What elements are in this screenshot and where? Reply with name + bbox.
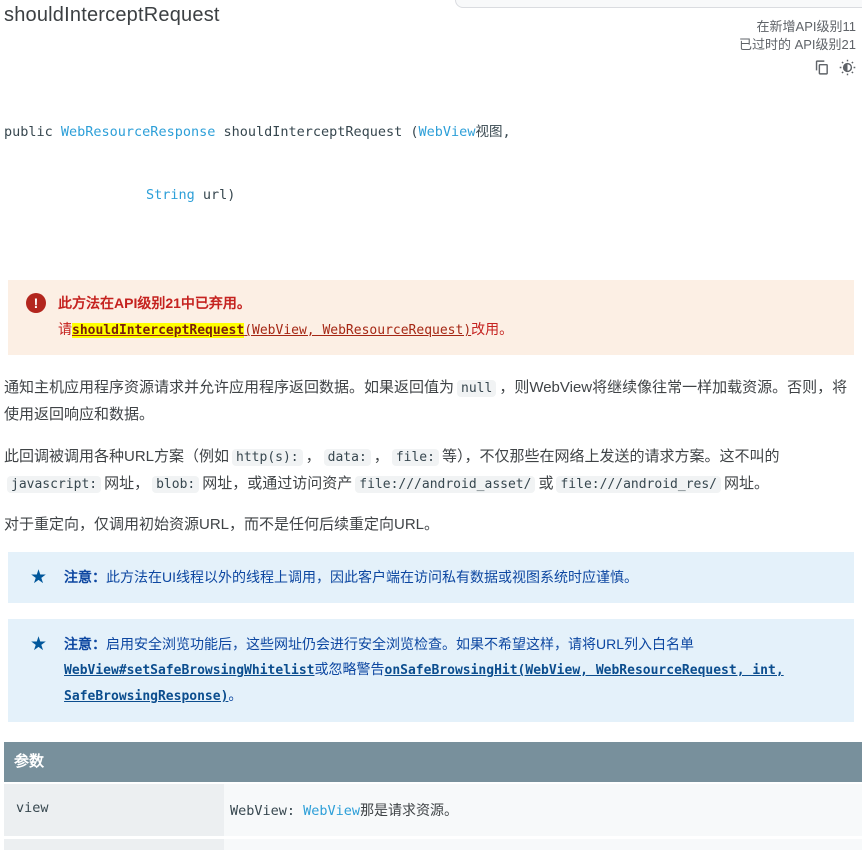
description-paragraph-1: 通知主机应用程序资源请求并允许应用程序返回数据。如果返回值为 null ，则WebV… [4, 375, 858, 428]
public-keyword: public [4, 124, 61, 140]
method-header: shouldInterceptRequest 在新增API级别11 已过时的 A… [4, 0, 858, 54]
note-text: 注意：此方法在UI线程以外的线程上调用，因此客户端在访问私有数据或视图系统时应谨… [64, 565, 836, 590]
doc-page: shouldInterceptRequest 在新增API级别11 已过时的 A… [0, 0, 862, 850]
text-segment: 网址，或通过访问资产 [202, 475, 353, 492]
http-scheme-code: http(s): [232, 449, 303, 466]
text-segment: 此回调被调用各种URL方案（例如 [4, 448, 230, 465]
file-scheme-code: file: [391, 449, 439, 466]
parameters-table-header: 参数 [4, 742, 862, 782]
note-label: 注意： [64, 569, 107, 585]
highlighted-method-name: shouldInterceptRequest [72, 323, 245, 338]
string-type-link[interactable]: String [146, 187, 195, 203]
action-icons [4, 59, 856, 76]
description-paragraph-2: 此回调被调用各种URL方案（例如 http(s):， data:， file: 等），不… [4, 444, 858, 498]
table-row-view: view WebView: WebView那是请求资源。 [4, 784, 862, 836]
api-added-label: 在新增API级别11 [756, 19, 856, 34]
parameters-table: 参数 view WebView: WebView那是请求资源。 url Stri… [4, 742, 862, 850]
description-paragraph-3: 对于重定向，仅调用初始资源URL，而不是任何后续重定向URL。 [4, 512, 858, 538]
deprecation-detail: 请shouldInterceptRequest(WebView, WebReso… [58, 319, 513, 341]
text-segment: ， [305, 448, 321, 465]
text-segment: 启用安全浏览功能后，这些网址仍会进行安全浏览检查。如果不希望这样，请将URL列入… [106, 636, 695, 652]
text-segment: 通知主机应用程序资源请求并允许应用程序返回数据。如果返回值为 [4, 379, 455, 396]
method-signature: public WebResourceResponse shouldInterce… [4, 80, 858, 248]
android-asset-path-code: file:///android_asset/ [355, 476, 536, 493]
text-segment: 。 [228, 687, 243, 703]
deprecation-warning-box: ! 此方法在API级别21中已弃用。 请shouldInterceptReque… [8, 280, 854, 355]
webresourceresponse-type-link[interactable]: WebResourceResponse [61, 124, 215, 140]
param-name-url: url [4, 839, 224, 850]
text-segment: 此方法在UI线程以外的线程上调用，因此客户端在访问私有数据或视图系统时应谨慎。 [106, 569, 639, 585]
star-icon: ★ [30, 567, 48, 588]
star-icon: ★ [30, 634, 48, 655]
text-segment: 或忽略警告 [314, 661, 385, 677]
signature-line-1: public WebResourceResponse shouldInterce… [4, 122, 858, 143]
text-segment: 等），不仅那些在网络上发送的请求方案。这不叫的 [441, 448, 780, 465]
text-segment: 改用。 [471, 321, 514, 337]
text-segment: 网址， [104, 475, 150, 492]
text-segment: 请 [58, 321, 72, 337]
text-segment: 或 [538, 475, 554, 492]
deprecation-title: 此方法在API级别21中已弃用。 [58, 295, 251, 311]
api-deprecated-label: 已过时的 API级别21 [738, 37, 856, 52]
param-name-view: view [4, 784, 224, 836]
replacement-method-args: (WebView, WebResourceRequest) [244, 323, 472, 338]
param2-name-text: url) [194, 187, 236, 203]
text-segment: 网址。 [724, 475, 770, 492]
page-title: shouldInterceptRequest [4, 4, 220, 26]
api-level-info: 在新增API级别11 已过时的 API级别21 [739, 18, 856, 54]
text-segment: 那是请求资源。 [360, 802, 459, 818]
param-type-label: WebView: [230, 803, 304, 819]
table-row-url: url String: 资源的原始URL。 [4, 839, 862, 850]
theme-toggle-button[interactable] [839, 59, 856, 76]
android-res-path-code: file:///android_res/ [556, 476, 722, 493]
text-segment: 对于重定向，仅调用初始资源URL，而不是任何后续重定向URL。 [4, 516, 440, 533]
theme-toggle-icon [839, 59, 856, 76]
note-text: 注意：启用安全浏览功能后，这些网址仍会进行安全浏览检查。如果不希望这样，请将UR… [64, 632, 836, 709]
param-desc-url: String: 资源的原始URL。 [224, 839, 862, 850]
data-scheme-code: data: [323, 449, 371, 466]
param-desc-view: WebView: WebView那是请求资源。 [224, 784, 862, 836]
signature-line-2: String url) [146, 185, 858, 206]
webview-class-link[interactable]: WebView [303, 803, 360, 819]
blob-scheme-code: blob: [152, 476, 200, 493]
null-code: null [457, 380, 497, 397]
set-safebrowsing-whitelist-link[interactable]: WebView#setSafeBrowsingWhitelist [64, 663, 314, 678]
webview-type-link[interactable]: WebView [419, 124, 476, 140]
param1-name-text: 视图, [475, 124, 511, 140]
note-box-threading: ★ 注意：此方法在UI线程以外的线程上调用，因此客户端在访问私有数据或视图系统时… [8, 552, 854, 603]
error-icon: ! [26, 293, 46, 313]
javascript-scheme-code: javascript: [7, 476, 102, 493]
note-label: 注意： [64, 636, 107, 652]
note-box-safebrowsing: ★ 注意：启用安全浏览功能后，这些网址仍会进行安全浏览检查。如果不希望这样，请将… [8, 619, 854, 722]
copy-icon [813, 59, 830, 76]
copy-link-button[interactable] [813, 59, 830, 76]
method-name-text: shouldInterceptRequest ( [215, 124, 419, 140]
replacement-method-link[interactable]: shouldInterceptRequest(WebView, WebResou… [72, 323, 471, 338]
text-segment: ， [373, 448, 389, 465]
